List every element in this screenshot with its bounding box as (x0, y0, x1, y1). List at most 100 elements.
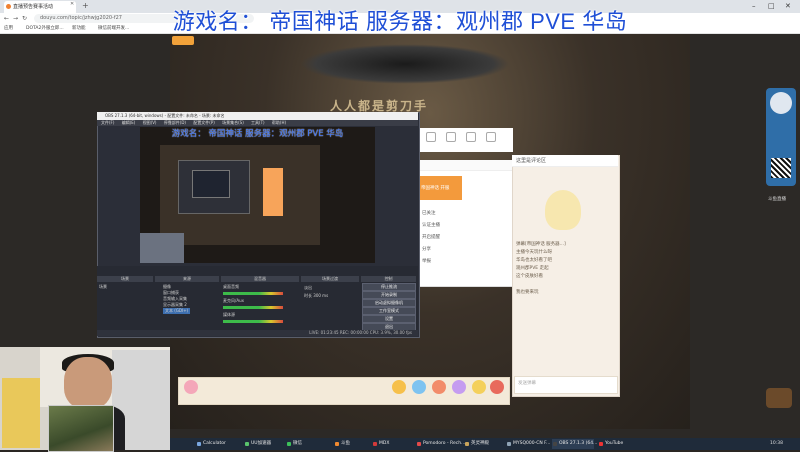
obs-title-bar: OBS 27.1.3 (64-bit, windows) - 配置文件: 未命名… (97, 112, 418, 120)
mixer-channel-label: 桌面音频 (223, 284, 239, 289)
chat-message: 弹幕[帝国神话 服务器...] (516, 242, 566, 247)
taskbar-item[interactable]: Calculator (196, 439, 234, 449)
taskbar-label: OBS 27.1.3 (64... (559, 441, 598, 446)
popup-line[interactable]: 开启提醒 (422, 234, 440, 240)
app-icon (507, 442, 511, 446)
taskbar-label: YouTube (605, 441, 624, 446)
app-icon (553, 442, 557, 446)
popup-line[interactable]: 已关注 (422, 210, 436, 216)
dock-header-sources: 来源 (155, 276, 219, 282)
taskbar-clock[interactable]: 10:38 (770, 439, 783, 449)
popup-line[interactable]: 举报 (422, 258, 431, 264)
transition-select[interactable]: 淡出 (304, 285, 312, 291)
obs-status-bar: LIVE: 01:23:45 REC: 00:00:00 CPU: 3.9%, … (97, 330, 418, 336)
taskbar-item[interactable]: 微信 (286, 439, 320, 449)
chat-header: 这里是评论区 (512, 155, 618, 167)
chat-message: 这个皮肤好看 (516, 274, 543, 279)
obs-menu-item[interactable]: 视图(V) (143, 120, 157, 125)
gift-icon[interactable] (432, 380, 446, 394)
gift-icon[interactable] (392, 380, 406, 394)
obs-menu-item[interactable]: 工具(T) (251, 120, 265, 125)
side-badge-icon[interactable] (766, 388, 792, 408)
stop-streaming-button[interactable]: 停止推流 (362, 283, 416, 291)
obs-menu-item[interactable]: 编辑(E) (122, 120, 136, 125)
taskbar-label: 斗鱼 (341, 441, 350, 446)
start-recording-button[interactable]: 开始录制 (362, 291, 416, 299)
taskbar-item[interactable]: MDX (372, 439, 410, 449)
tab-icon[interactable] (486, 132, 496, 142)
gift-icon[interactable] (184, 380, 198, 394)
obs-menu-item[interactable]: 场景集合(S) (222, 120, 244, 125)
chat-message: 我也要来玩 (516, 290, 539, 295)
taskbar-item[interactable]: UU加速器 (244, 439, 282, 449)
chat-input-placeholder: 发送弹幕 (518, 381, 536, 386)
app-icon (465, 442, 469, 446)
obs-menu-item[interactable]: 文件(F) (101, 120, 114, 125)
app-icon (599, 442, 603, 446)
preview-nested-obs-inner (192, 170, 230, 198)
stream-overlay-title: 游戏名： 帝国神话 服务器：观州郡 PVE 华岛 (172, 9, 628, 34)
taskbar-label: 微信 (293, 441, 302, 446)
webcam-shelf (2, 378, 40, 448)
settings-button[interactable]: 设置 (362, 315, 416, 323)
obs-menu-item[interactable]: 帮助(H) (272, 120, 286, 125)
popup-header (418, 160, 513, 171)
taskbar-label: MDX (379, 441, 390, 446)
chat-message: 主播今天玩什么呀 (516, 250, 552, 255)
taskbar-label: Pomodoro - Rech... (423, 441, 466, 446)
app-icon (335, 442, 339, 446)
transition-duration[interactable]: 时长 300 ms (304, 293, 328, 299)
chat-message: 观州郡PVE 走起 (516, 266, 549, 271)
popup-promo-label: 帝国神话 开服 (421, 186, 450, 191)
dock-header-controls: 控制 (361, 276, 416, 282)
tab-icon[interactable] (446, 132, 456, 142)
chat-message: 华岛也太好看了吧 (516, 258, 552, 263)
scene-item[interactable]: 场景 (99, 284, 107, 290)
obs-menu-item[interactable]: 配置文件(P) (193, 120, 215, 125)
side-label: 斗鱼直播 (768, 197, 786, 202)
source-item-selected[interactable]: 文本 (GDI+) (163, 308, 191, 314)
preview-overlay-title: 游戏名： 帝国神话 服务器：观州郡 PVE 华岛 (171, 129, 344, 139)
taskbar-label: 英灵神殿 (471, 441, 489, 446)
taskbar-item[interactable]: 斗鱼 (334, 439, 372, 449)
taskbar-item[interactable]: MYSQ000-CN F... (506, 439, 551, 449)
preview-orange-panel (263, 168, 283, 216)
gift-icon[interactable] (472, 380, 486, 394)
popup-line[interactable]: 分享 (422, 246, 431, 252)
dock-header-mixer: 混音器 (221, 276, 299, 282)
mixer-meter (223, 292, 283, 295)
mixer-meter (223, 320, 283, 323)
taskbar-item[interactable]: Pomodoro - Rech... (416, 439, 465, 449)
taskbar-label: UU加速器 (251, 441, 272, 446)
popup-line: 认证主播 (422, 223, 440, 228)
mixer-channel-label: 麦克风/Aux (223, 298, 244, 303)
app-icon (245, 442, 249, 446)
mixer-channel-label: 媒体源 (223, 312, 235, 317)
taskbar-label: MYSQ000-CN F... (513, 441, 551, 446)
app-icon (417, 442, 421, 446)
tab-icon[interactable] (426, 132, 436, 142)
taskbar-item-active[interactable]: OBS 27.1.3 (64... (552, 439, 598, 449)
site-logo[interactable] (172, 36, 194, 45)
app-icon (373, 442, 377, 446)
dock-header-transitions: 场景过渡 (301, 276, 359, 282)
taskbar-item[interactable]: 英灵神殿 (464, 439, 502, 449)
app-icon (287, 442, 291, 446)
webcam-picture-overlay (48, 405, 114, 452)
obs-menu-bar: 文件(F) 编辑(E) 视图(V) 停靠部件(D) 配置文件(P) 场景集合(S… (97, 120, 418, 126)
obs-menu-item[interactable]: 停靠部件(D) (164, 120, 186, 125)
taskbar-item[interactable]: YouTube (598, 439, 632, 449)
chat-mascot-image (545, 190, 581, 230)
tab-icon[interactable] (466, 132, 476, 142)
stage-banner (300, 44, 510, 84)
qr-code-icon (771, 158, 791, 178)
dock-header-scenes: 场景 (97, 276, 153, 282)
gift-icon[interactable] (452, 380, 466, 394)
taskbar-label: Calculator (203, 441, 226, 446)
gift-icon[interactable] (412, 380, 426, 394)
gift-icon[interactable] (490, 380, 504, 394)
virtual-camera-button[interactable]: 启动虚拟摄像机 (362, 299, 416, 307)
app-icon (197, 442, 201, 446)
studio-mode-button[interactable]: 工作室模式 (362, 307, 416, 315)
mixer-meter (223, 306, 283, 309)
